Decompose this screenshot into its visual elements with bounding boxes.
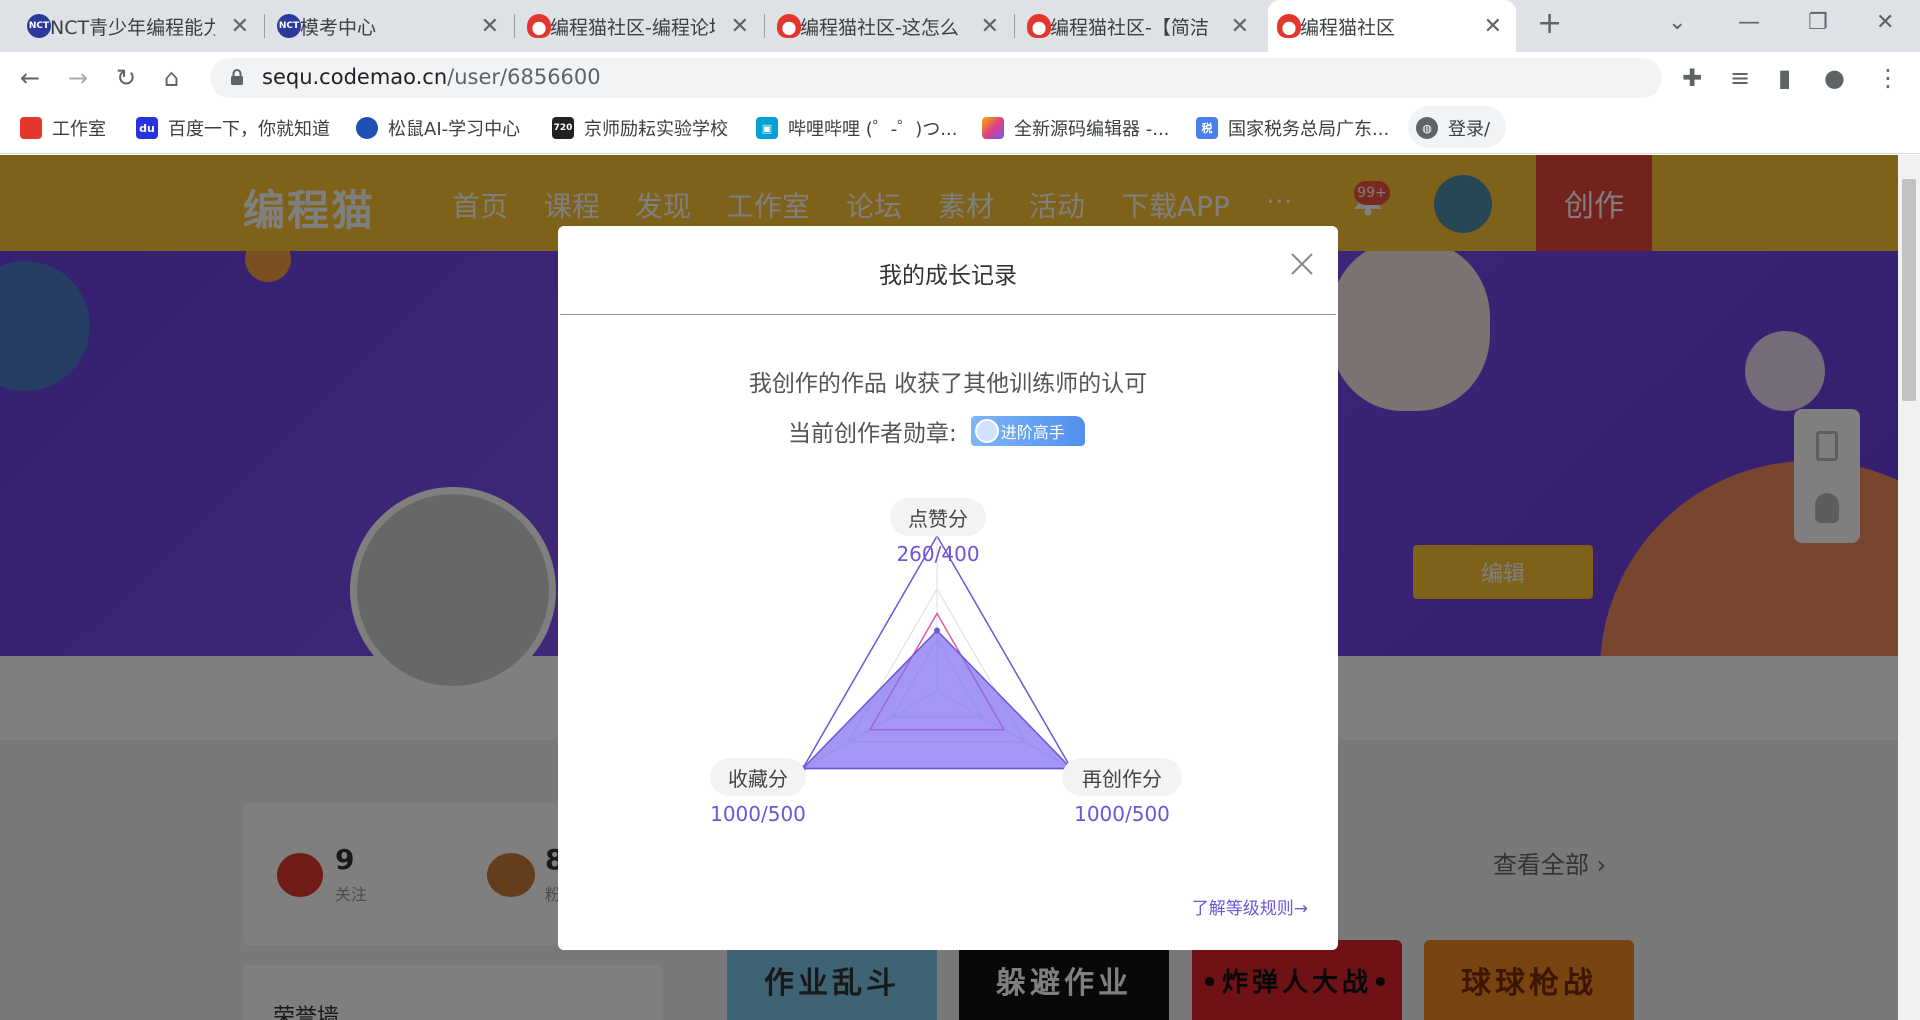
menu-icon[interactable]: ⋮ — [1876, 64, 1900, 92]
bookmark-item[interactable]: du 百度一下，你就知道 — [136, 114, 330, 142]
radar-data-point — [934, 627, 940, 634]
tab-title: 编程猫社区 — [1300, 16, 1396, 39]
url-path: /user/6856600 — [447, 65, 601, 89]
sidepanel-icon[interactable]: ▮ — [1778, 64, 1791, 92]
lock-icon — [231, 69, 243, 85]
bookmark-label: 京师励耘实验学校 — [584, 119, 728, 140]
browser-tab[interactable]: NCT NCT青少年编程能力 ✕ — [18, 0, 263, 52]
level-rules-link[interactable]: 了解等级规则→ — [1192, 894, 1308, 919]
bookmark-item[interactable]: 全新源码编辑器 -... — [982, 114, 1169, 142]
radar-axis-value: 260/400 — [896, 542, 980, 566]
tab-search-icon[interactable]: ⌄ — [1668, 10, 1686, 35]
bookmark-label: 哔哩哔哩 (゜-゜)つ... — [788, 119, 958, 140]
scrollbar-thumb[interactable] — [1902, 179, 1916, 401]
home-icon[interactable]: ⌂ — [164, 64, 179, 92]
bookmark-item[interactable]: 720 京师励耘实验学校 — [552, 114, 728, 142]
tab-separator — [514, 14, 515, 38]
close-icon[interactable]: ✕ — [481, 14, 499, 39]
tab-title: 模考中心 — [300, 16, 377, 39]
baidu-icon: du — [136, 117, 158, 139]
close-icon[interactable]: ✕ — [1484, 14, 1502, 39]
bookmark-label: 松鼠AI-学习中心 — [388, 119, 521, 140]
codemao-icon — [20, 117, 42, 139]
close-icon[interactable]: ✕ — [981, 14, 999, 39]
nct-icon: NCT — [27, 14, 51, 38]
reload-icon[interactable]: ↻ — [116, 64, 136, 92]
forward-icon[interactable]: → — [68, 64, 88, 92]
bookmark-label: 全新源码编辑器 -... — [1014, 119, 1170, 140]
close-icon[interactable]: ✕ — [1231, 14, 1249, 39]
tab-strip: NCT NCT青少年编程能力 ✕ NCT 模考中心 ✕ 编程猫社区-编程论坛 ✕… — [0, 0, 1920, 52]
profile-icon[interactable]: ● — [1824, 64, 1845, 92]
tab-separator — [764, 14, 765, 38]
bookmark-item[interactable]: ▣ 哔哩哔哩 (゜-゜)つ... — [756, 114, 957, 142]
new-tab-button[interactable]: + — [1537, 6, 1562, 41]
browser-tab-active[interactable]: 编程猫社区 ✕ — [1268, 0, 1516, 52]
radar-axis-label: 收藏分 — [710, 758, 806, 796]
tax-icon: 税 — [1196, 117, 1218, 139]
nct-icon: NCT — [277, 14, 301, 38]
bookmark-item[interactable]: 工作室 — [20, 114, 106, 142]
bookmark-label: 登录/ — [1448, 119, 1491, 140]
radar-axis-value: 1000/500 — [1074, 802, 1170, 826]
tab-title: NCT青少年编程能力 — [50, 16, 215, 39]
tab-separator — [1014, 14, 1015, 38]
back-icon[interactable]: ← — [20, 64, 40, 92]
codemao-icon — [1277, 14, 1301, 38]
radar-axis-label: 点赞分 — [890, 498, 986, 536]
squirrel-icon — [356, 117, 378, 139]
editor-icon — [982, 117, 1004, 139]
bookmark-item[interactable]: ◍ 登录/ — [1416, 114, 1490, 142]
bookmark-label: 工作室 — [52, 119, 106, 140]
codemao-icon — [527, 14, 551, 38]
bilibili-icon: ▣ — [756, 117, 778, 139]
minimize-icon[interactable]: — — [1738, 10, 1760, 35]
bookmark-item[interactable]: 税国家税务总局广东... — [1196, 114, 1389, 142]
bookmark-item[interactable]: 松鼠AI-学习中心 — [356, 114, 520, 142]
tab-title: 编程猫社区-这怎么 — [800, 16, 959, 39]
media-icon[interactable]: ≡ — [1730, 64, 1750, 92]
codemao-icon — [777, 14, 801, 38]
window-close-icon[interactable]: ✕ — [1876, 10, 1894, 35]
bookmark-label: 百度一下，你就知道 — [168, 119, 330, 140]
browser-tab[interactable]: NCT 模考中心 ✕ — [268, 0, 513, 52]
browser-tab[interactable]: 编程猫社区-【简洁 ✕ — [1018, 0, 1263, 52]
tab-title: 编程猫社区-【简洁 — [1050, 16, 1209, 39]
radar-axis-label: 再创作分 — [1062, 758, 1182, 796]
restore-icon[interactable]: ❐ — [1808, 10, 1828, 35]
url-text[interactable]: sequ.codemao.cn/user/6856600 — [262, 65, 601, 89]
scrollbar[interactable] — [1898, 155, 1920, 1020]
radar-axis-value: 1000/500 — [710, 802, 806, 826]
codemao-icon — [1027, 14, 1051, 38]
close-icon[interactable]: ✕ — [731, 14, 749, 39]
tab-separator — [264, 14, 265, 38]
radar-chart — [799, 534, 1075, 772]
tab-title: 编程猫社区-编程论坛 — [550, 16, 715, 39]
720-icon: 720 — [552, 117, 574, 139]
extensions-icon[interactable]: ✚ — [1682, 64, 1702, 92]
browser-tab[interactable]: 编程猫社区-这怎么 ✕ — [768, 0, 1013, 52]
growth-record-modal: 我的成长记录 我创作的作品 收获了其他训练师的认可 当前创作者勋章: 进阶高手 … — [558, 226, 1338, 950]
close-icon[interactable]: ✕ — [231, 14, 249, 39]
globe-icon: ◍ — [1416, 117, 1438, 139]
browser-tab[interactable]: 编程猫社区-编程论坛 ✕ — [518, 0, 763, 52]
bookmark-label: 国家税务总局广东... — [1228, 119, 1390, 140]
url-host: sequ.codemao.cn — [262, 65, 448, 89]
